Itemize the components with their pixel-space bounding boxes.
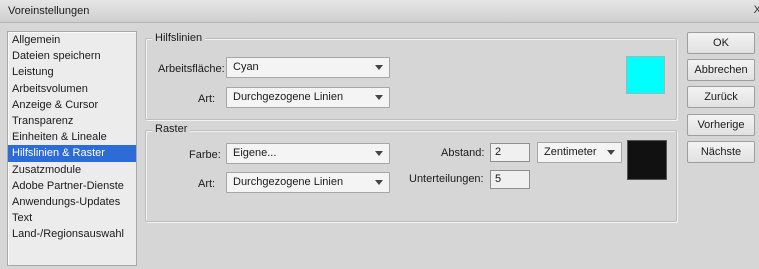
next-button[interactable]: Nächste bbox=[687, 141, 755, 163]
grid-color-swatch[interactable] bbox=[627, 140, 667, 180]
category-item-anzeige-cursor[interactable]: Anzeige & Cursor bbox=[8, 97, 136, 113]
ok-button[interactable]: OK bbox=[687, 32, 755, 54]
category-item-hilfslinien-raster[interactable]: Hilfslinien & Raster bbox=[8, 145, 136, 162]
grid-color-select[interactable]: Eigene... bbox=[226, 143, 390, 164]
grid-spacing-input[interactable]: 2 bbox=[490, 143, 530, 162]
grid-color-label: Farbe: bbox=[189, 149, 221, 161]
grid-style-select[interactable]: Durchgezogene Linien bbox=[226, 172, 390, 193]
close-icon[interactable]: X bbox=[754, 4, 759, 16]
grid-units-value: Zentimeter bbox=[544, 146, 597, 158]
grid-legend: Raster bbox=[152, 123, 191, 135]
category-item-einheiten-lineale[interactable]: Einheiten & Lineale bbox=[8, 129, 136, 145]
category-item-anwendungs-updates[interactable]: Anwendungs-Updates bbox=[8, 194, 136, 210]
guides-workspace-select[interactable]: Cyan bbox=[226, 57, 390, 78]
category-item-dateien-speichern[interactable]: Dateien speichern bbox=[8, 48, 136, 64]
chevron-down-icon bbox=[375, 151, 383, 156]
guides-style-value: Durchgezogene Linien bbox=[233, 91, 344, 103]
guides-workspace-value: Cyan bbox=[233, 61, 259, 73]
chevron-down-icon bbox=[375, 95, 383, 100]
back-button[interactable]: Zurück bbox=[687, 86, 755, 108]
category-item-zusatzmodule[interactable]: Zusatzmodule bbox=[8, 162, 136, 178]
chevron-down-icon bbox=[375, 65, 383, 70]
category-item-land-region[interactable]: Land-/Regionsauswahl bbox=[8, 226, 136, 242]
grid-style-value: Durchgezogene Linien bbox=[233, 176, 344, 188]
category-item-leistung[interactable]: Leistung bbox=[8, 64, 136, 80]
guides-style-select[interactable]: Durchgezogene Linien bbox=[226, 87, 390, 108]
category-list[interactable]: Allgemein Dateien speichern Leistung Arb… bbox=[7, 31, 137, 266]
guides-color-swatch[interactable] bbox=[626, 56, 665, 94]
grid-color-value: Eigene... bbox=[233, 147, 277, 159]
guides-legend: Hilfslinien bbox=[152, 32, 206, 44]
window-title: Voreinstellungen bbox=[8, 5, 90, 17]
workspace-label: Arbeitsfläche: bbox=[158, 63, 225, 75]
grid-style-label: Art: bbox=[198, 178, 216, 190]
category-item-allgemein[interactable]: Allgemein bbox=[8, 32, 136, 48]
guides-group bbox=[145, 38, 677, 120]
category-item-adobe-partner-dienste[interactable]: Adobe Partner-Dienste bbox=[8, 178, 136, 194]
grid-spacing-label: Abstand: bbox=[441, 147, 485, 159]
category-item-transparenz[interactable]: Transparenz bbox=[8, 113, 136, 129]
chevron-down-icon bbox=[607, 150, 615, 155]
cancel-button[interactable]: Abbrechen bbox=[687, 59, 755, 81]
title-bar: Voreinstellungen X bbox=[0, 0, 759, 23]
dialog-body: Allgemein Dateien speichern Leistung Arb… bbox=[0, 23, 759, 269]
chevron-down-icon bbox=[375, 180, 383, 185]
grid-units-select[interactable]: Zentimeter bbox=[537, 142, 622, 163]
grid-subdivisions-label: Unterteilungen: bbox=[409, 173, 484, 185]
previous-button[interactable]: Vorherige bbox=[687, 114, 755, 136]
category-item-arbeitsvolumen[interactable]: Arbeitsvolumen bbox=[8, 81, 136, 97]
guides-style-label: Art: bbox=[198, 93, 216, 105]
grid-subdivisions-input[interactable]: 5 bbox=[490, 170, 530, 189]
category-item-text[interactable]: Text bbox=[8, 210, 136, 226]
